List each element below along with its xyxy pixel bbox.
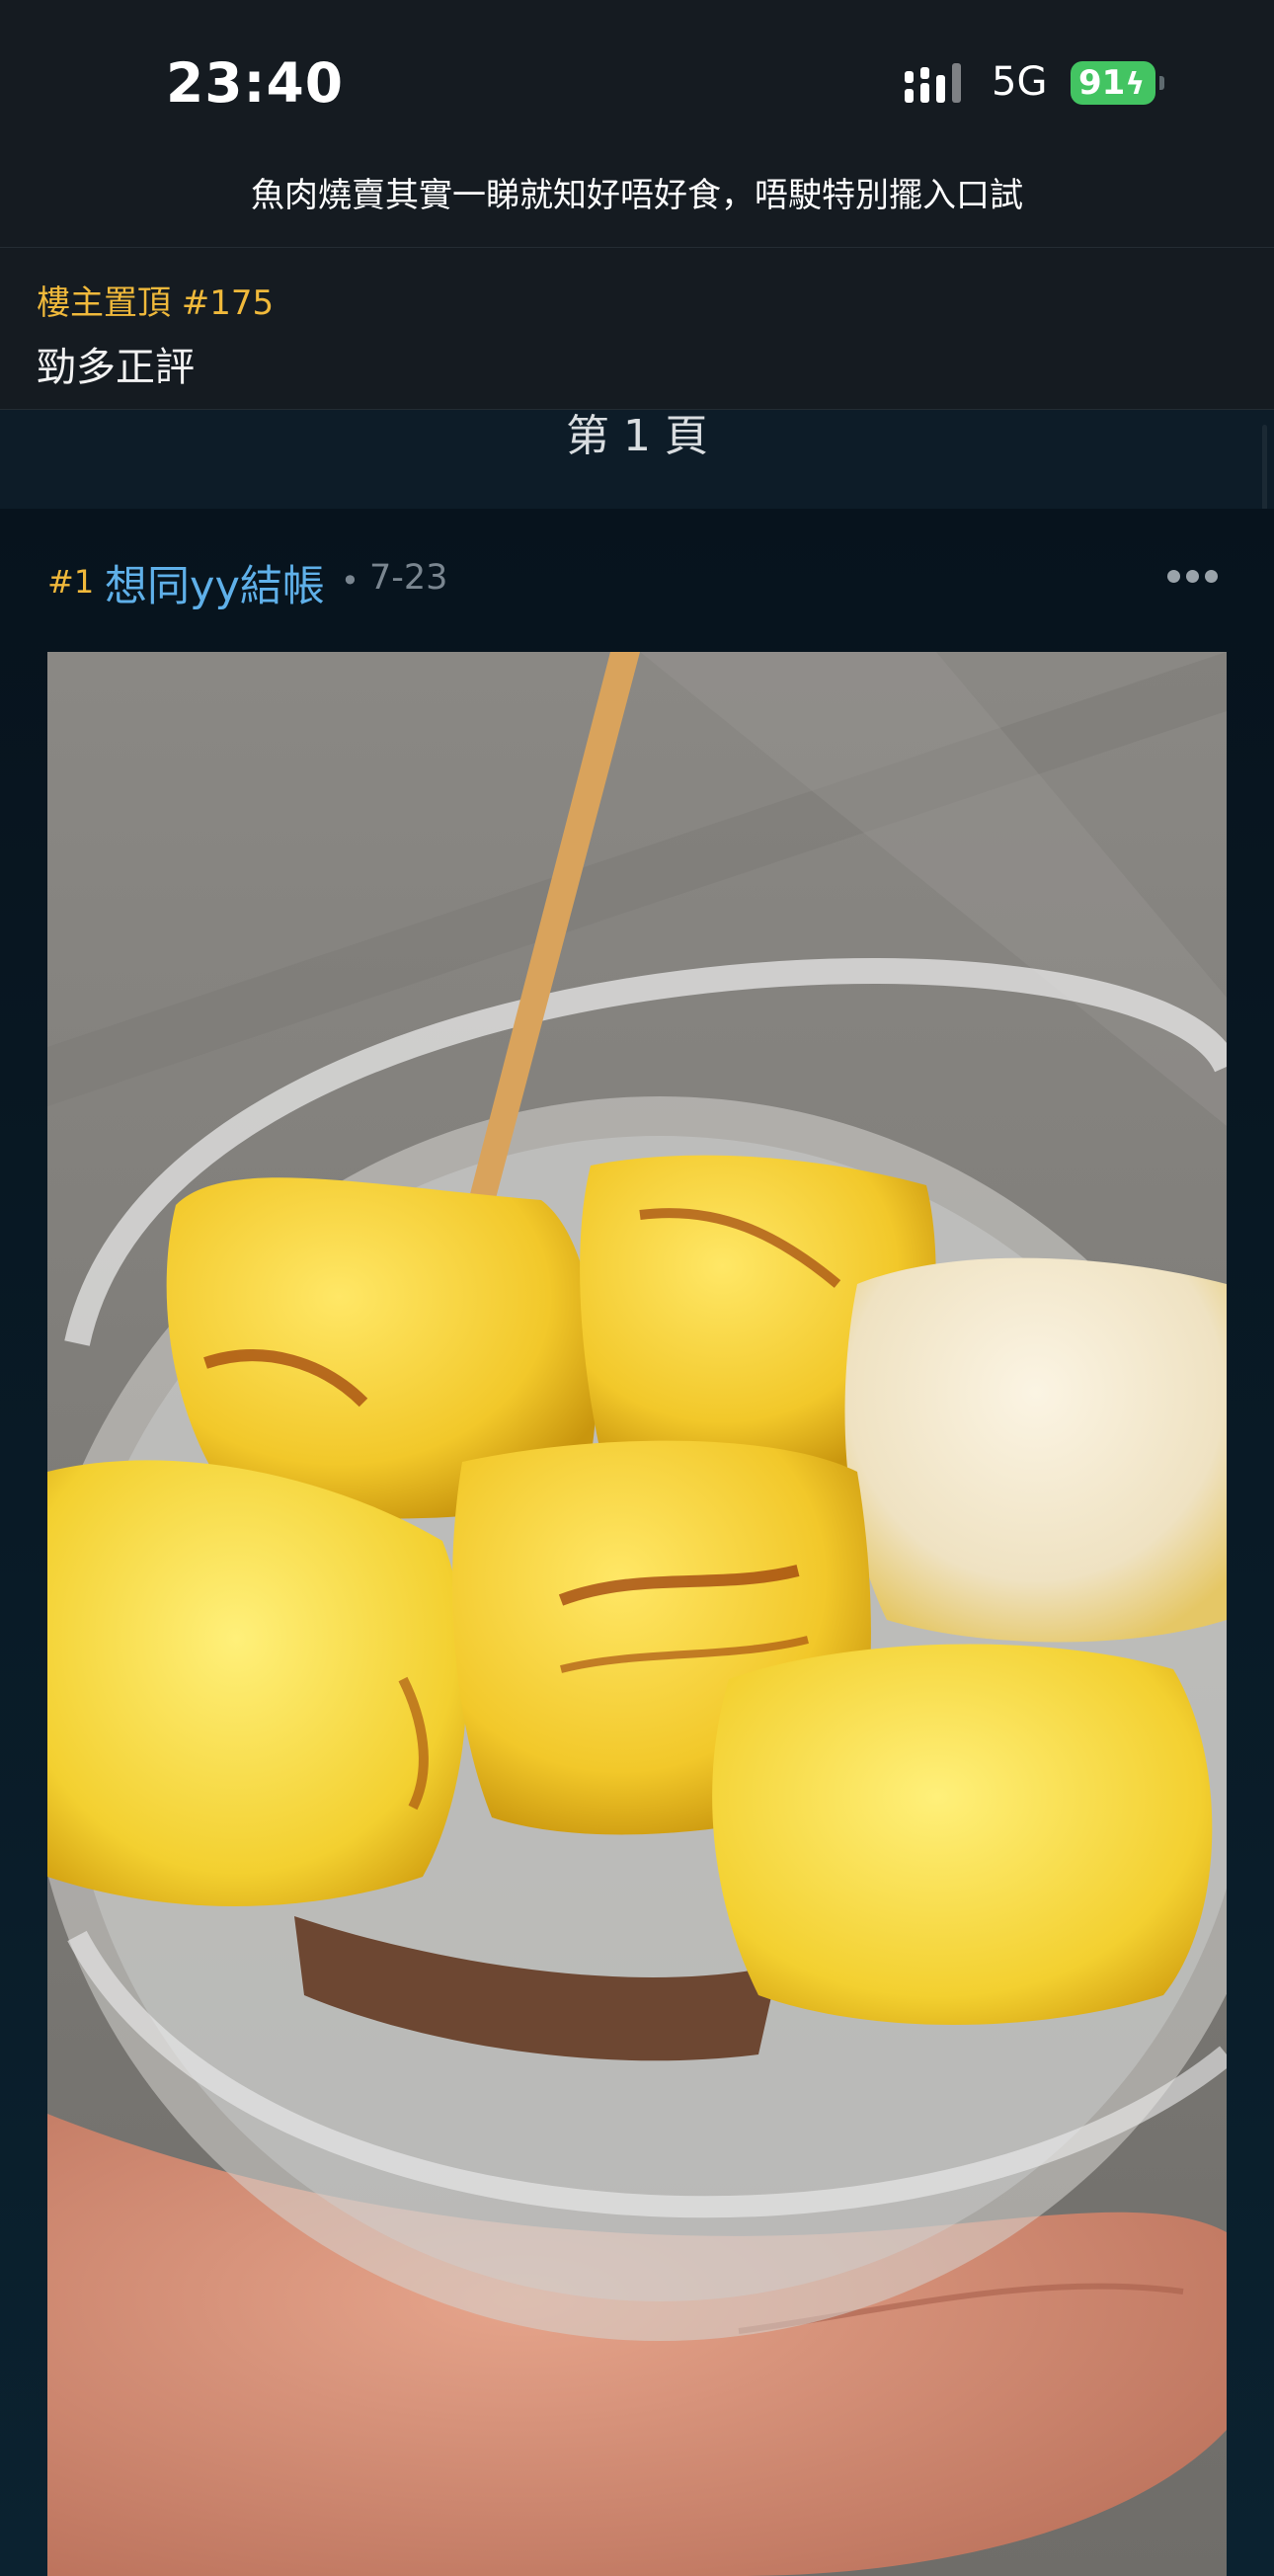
charging-bolt-icon: ϟ [1125, 67, 1146, 102]
thread-title[interactable]: 魚肉燒賣其實一睇就知好唔好食，唔駛特別擺入口試 [0, 168, 1274, 247]
status-bar: 23:40 5G 91ϟ [0, 0, 1274, 168]
pinned-text: 勁多正評 [37, 345, 195, 390]
meta-separator: • [341, 562, 359, 600]
more-options-icon[interactable] [1167, 570, 1219, 584]
battery-level: 91 [1078, 63, 1126, 103]
page-indicator-band: 第 1 頁 [0, 410, 1274, 509]
pinned-reply-banner[interactable]: 樓主置頂 #175 勁多正評 [0, 247, 1274, 410]
food-photo [47, 652, 1227, 2576]
page-number: 第 1 頁 [566, 411, 708, 461]
post-floor-number: #1 [47, 563, 95, 601]
post-card: #1 想同yy結帳 • 7-23 [0, 509, 1274, 2576]
post-date: 7-23 [369, 558, 448, 598]
network-type: 5G [992, 59, 1048, 105]
cellular-signal-icon [905, 63, 968, 109]
battery-icon: 91ϟ [1071, 61, 1155, 105]
post-username[interactable]: 想同yy結帳 [105, 552, 325, 613]
status-time: 23:40 [166, 51, 345, 115]
battery-cap [1159, 76, 1164, 90]
pinned-label: 樓主置頂 #175 [37, 283, 275, 323]
post-image[interactable] [47, 652, 1227, 2576]
